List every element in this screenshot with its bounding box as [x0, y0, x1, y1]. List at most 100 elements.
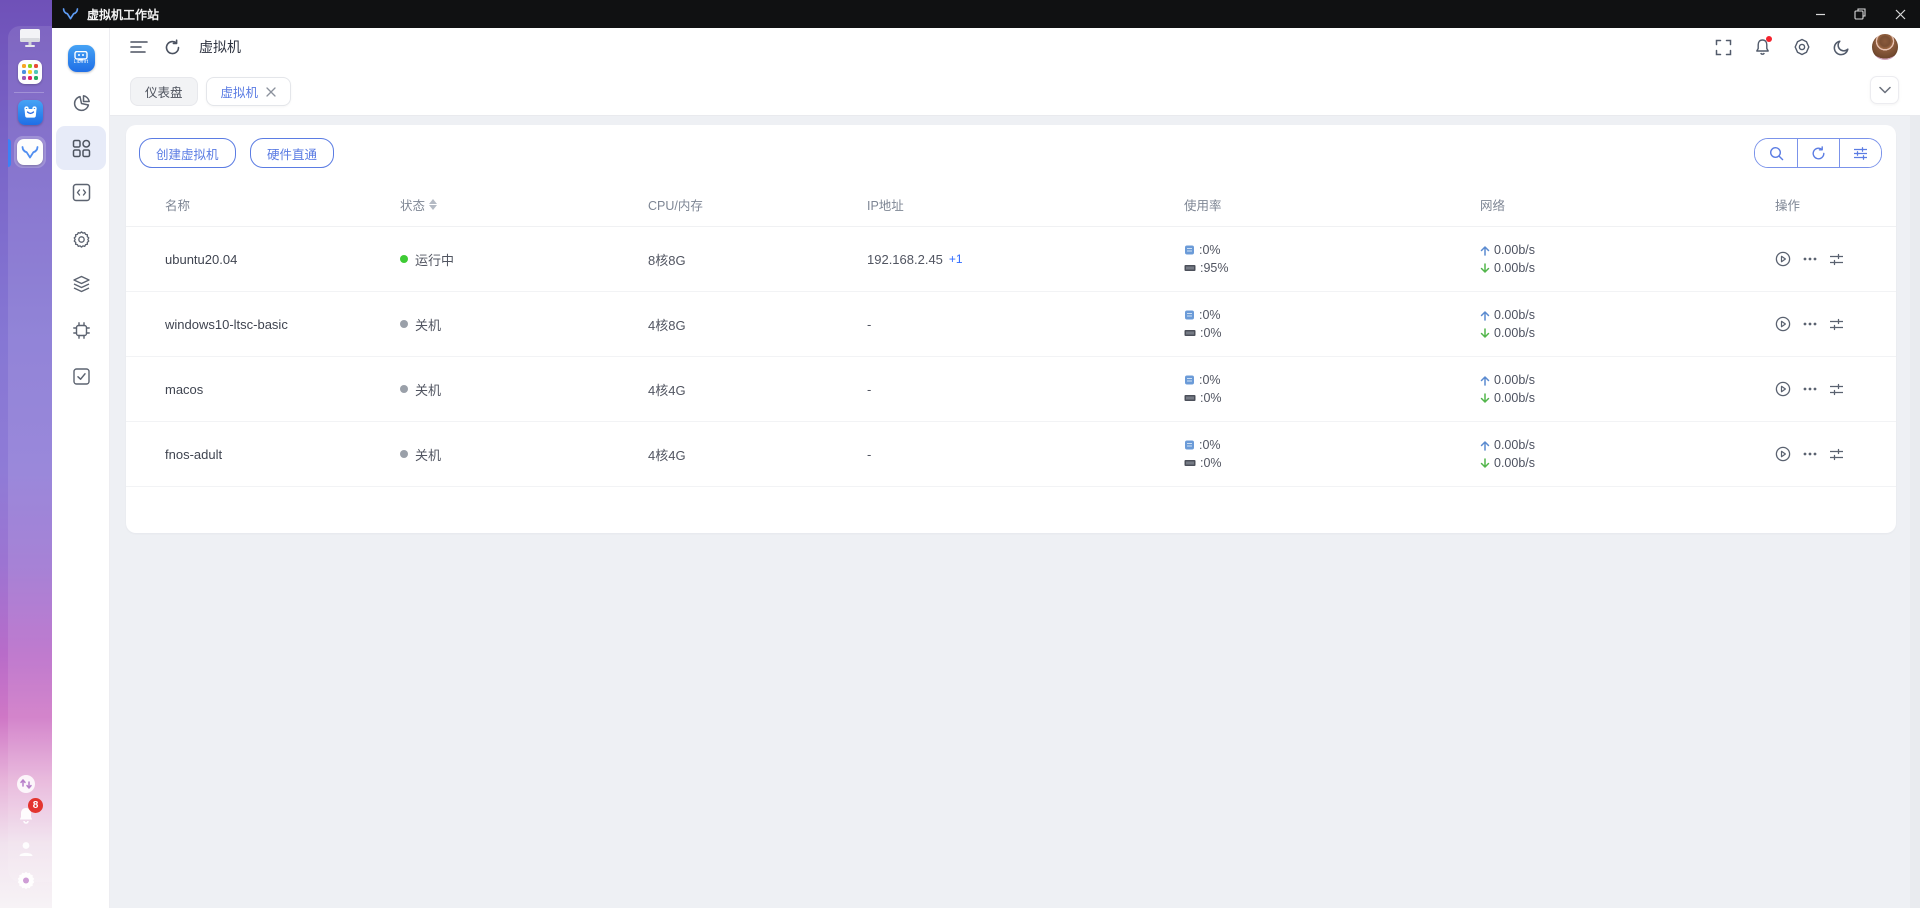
power-play-button[interactable] — [1775, 316, 1791, 332]
status-sort-icon[interactable] — [429, 199, 438, 210]
fullscreen-icon[interactable] — [1715, 39, 1732, 56]
ip-more-link[interactable]: +1 — [949, 252, 963, 266]
vm-settings-button[interactable] — [1829, 383, 1844, 396]
download-arrow-icon — [1480, 327, 1490, 338]
vm-settings-button[interactable] — [1829, 253, 1844, 266]
more-actions-button[interactable] — [1803, 452, 1817, 456]
more-actions-button[interactable] — [1803, 257, 1817, 261]
vm-name: macos — [165, 381, 204, 397]
col-header-usage: 使用率 — [1184, 199, 1222, 213]
col-header-actions: 操作 — [1775, 199, 1801, 213]
user-avatar[interactable] — [1872, 34, 1898, 60]
sidebar-item-settings[interactable] — [56, 217, 106, 261]
vm-settings-button[interactable] — [1829, 448, 1844, 461]
download-arrow-icon — [1480, 457, 1490, 468]
memory-usage-icon — [1184, 265, 1196, 271]
app-header: 虚拟机 — [110, 28, 1920, 66]
tabbar-collapse-button[interactable] — [1870, 76, 1899, 104]
vm-cpu-mem: 4核8G — [648, 317, 686, 333]
memory-usage: :0% — [1200, 326, 1222, 340]
net-down: 0.00b/s — [1494, 326, 1536, 340]
sidebar-item-dashboard[interactable] — [56, 81, 106, 125]
column-settings-button[interactable] — [1839, 139, 1881, 167]
vm-cpu-mem: 4核4G — [648, 382, 686, 398]
col-header-ip: IP地址 — [867, 199, 904, 213]
desktop-dock: 8 — [0, 0, 52, 908]
app-logo-icon — [62, 8, 79, 20]
net-down: 0.00b/s — [1494, 456, 1536, 470]
vm-name: ubuntu20.04 — [165, 251, 238, 267]
more-actions-button[interactable] — [1803, 387, 1817, 391]
sidebar-item-devices[interactable] — [56, 308, 106, 352]
dock-settings-gear-icon[interactable] — [13, 867, 39, 893]
more-actions-button[interactable] — [1803, 322, 1817, 326]
vm-workstation-app-icon[interactable] — [14, 136, 46, 168]
chevron-down-icon — [1878, 86, 1891, 94]
status-dot — [400, 385, 408, 393]
sidebar-item-virtual-machines[interactable] — [56, 126, 106, 170]
maximize-button[interactable] — [1840, 0, 1880, 28]
tab-dashboard-label: 仪表盘 — [145, 86, 183, 100]
vm-cpu-mem: 8核8G — [648, 252, 686, 268]
tab-close-icon[interactable] — [266, 86, 276, 97]
layers-icon — [72, 275, 90, 292]
upload-arrow-icon — [1480, 440, 1490, 451]
cpu-usage-icon — [1185, 440, 1194, 450]
gear-icon — [73, 230, 89, 248]
vm-status: 关机 — [415, 317, 442, 333]
sidebar-item-terminal[interactable] — [56, 170, 106, 214]
table-tools-group — [1754, 138, 1882, 168]
dark-mode-moon-icon[interactable] — [1833, 39, 1850, 56]
net-down: 0.00b/s — [1494, 261, 1536, 275]
sidebar-item-storage[interactable] — [56, 262, 106, 306]
content-area: 创建虚拟机 硬件直通 名称 状态 CPU/内存 IP地址 使用率 网络 操作 u… — [110, 116, 1920, 908]
settings-gear-icon[interactable] — [1793, 38, 1811, 56]
search-button[interactable] — [1755, 139, 1797, 167]
app-launcher-icon[interactable] — [14, 56, 46, 88]
power-play-button[interactable] — [1775, 251, 1791, 267]
task-check-icon — [72, 367, 90, 385]
power-play-button[interactable] — [1775, 446, 1791, 462]
tab-virtual-machines[interactable]: 虚拟机 — [205, 77, 292, 106]
memory-usage: :0% — [1200, 391, 1222, 405]
hardware-passthrough-button[interactable]: 硬件直通 — [249, 138, 334, 168]
refresh-table-button[interactable] — [1797, 139, 1839, 167]
status-dot — [400, 320, 408, 328]
col-header-status: 状态 — [400, 199, 426, 213]
app-window: 虚拟机工作站 Libvirt 虚拟机 仪表盘 虚拟机 创建虚拟机 硬件直通 名称… — [52, 0, 1920, 908]
col-header-cpu-mem: CPU/内存 — [648, 199, 703, 213]
col-header-name: 名称 — [165, 199, 191, 213]
vm-ip: - — [867, 381, 872, 397]
net-up: 0.00b/s — [1494, 373, 1536, 387]
user-account-icon[interactable] — [13, 836, 39, 862]
network-transfer-icon[interactable] — [13, 771, 39, 797]
vm-settings-button[interactable] — [1829, 318, 1844, 331]
vm-ip: - — [867, 446, 872, 462]
app-store-icon[interactable] — [14, 96, 46, 128]
status-dot — [400, 450, 408, 458]
window-titlebar: 虚拟机工作站 — [52, 0, 1920, 28]
notifications-bell-icon[interactable] — [1754, 36, 1772, 56]
vm-ip: 192.168.2.45 — [867, 251, 943, 267]
minimize-button[interactable] — [1800, 0, 1840, 28]
scrollbar-track[interactable] — [1910, 116, 1920, 908]
vm-cpu-mem: 4核4G — [648, 447, 686, 463]
sidebar-item-tasks[interactable] — [56, 354, 106, 398]
upload-arrow-icon — [1480, 245, 1490, 256]
vm-status: 关机 — [415, 447, 442, 463]
tab-bar: 仪表盘 虚拟机 — [110, 66, 1920, 116]
cpu-chip-icon — [72, 321, 90, 339]
cpu-usage-icon — [1185, 310, 1194, 320]
refresh-icon[interactable] — [164, 38, 181, 56]
desktop-monitor-icon[interactable] — [14, 22, 46, 54]
power-play-button[interactable] — [1775, 381, 1791, 397]
app-sidebar: Libvirt — [52, 28, 110, 908]
close-button[interactable] — [1880, 0, 1920, 28]
collapse-menu-icon[interactable] — [130, 40, 148, 54]
search-icon — [1769, 146, 1783, 160]
cpu-usage-icon — [1185, 245, 1194, 255]
sidebar-item-libvirt-badge[interactable]: Libvirt — [56, 36, 106, 80]
tab-dashboard[interactable]: 仪表盘 — [130, 77, 198, 106]
create-vm-button[interactable]: 创建虚拟机 — [139, 138, 236, 168]
notification-count-badge: 8 — [28, 798, 43, 813]
